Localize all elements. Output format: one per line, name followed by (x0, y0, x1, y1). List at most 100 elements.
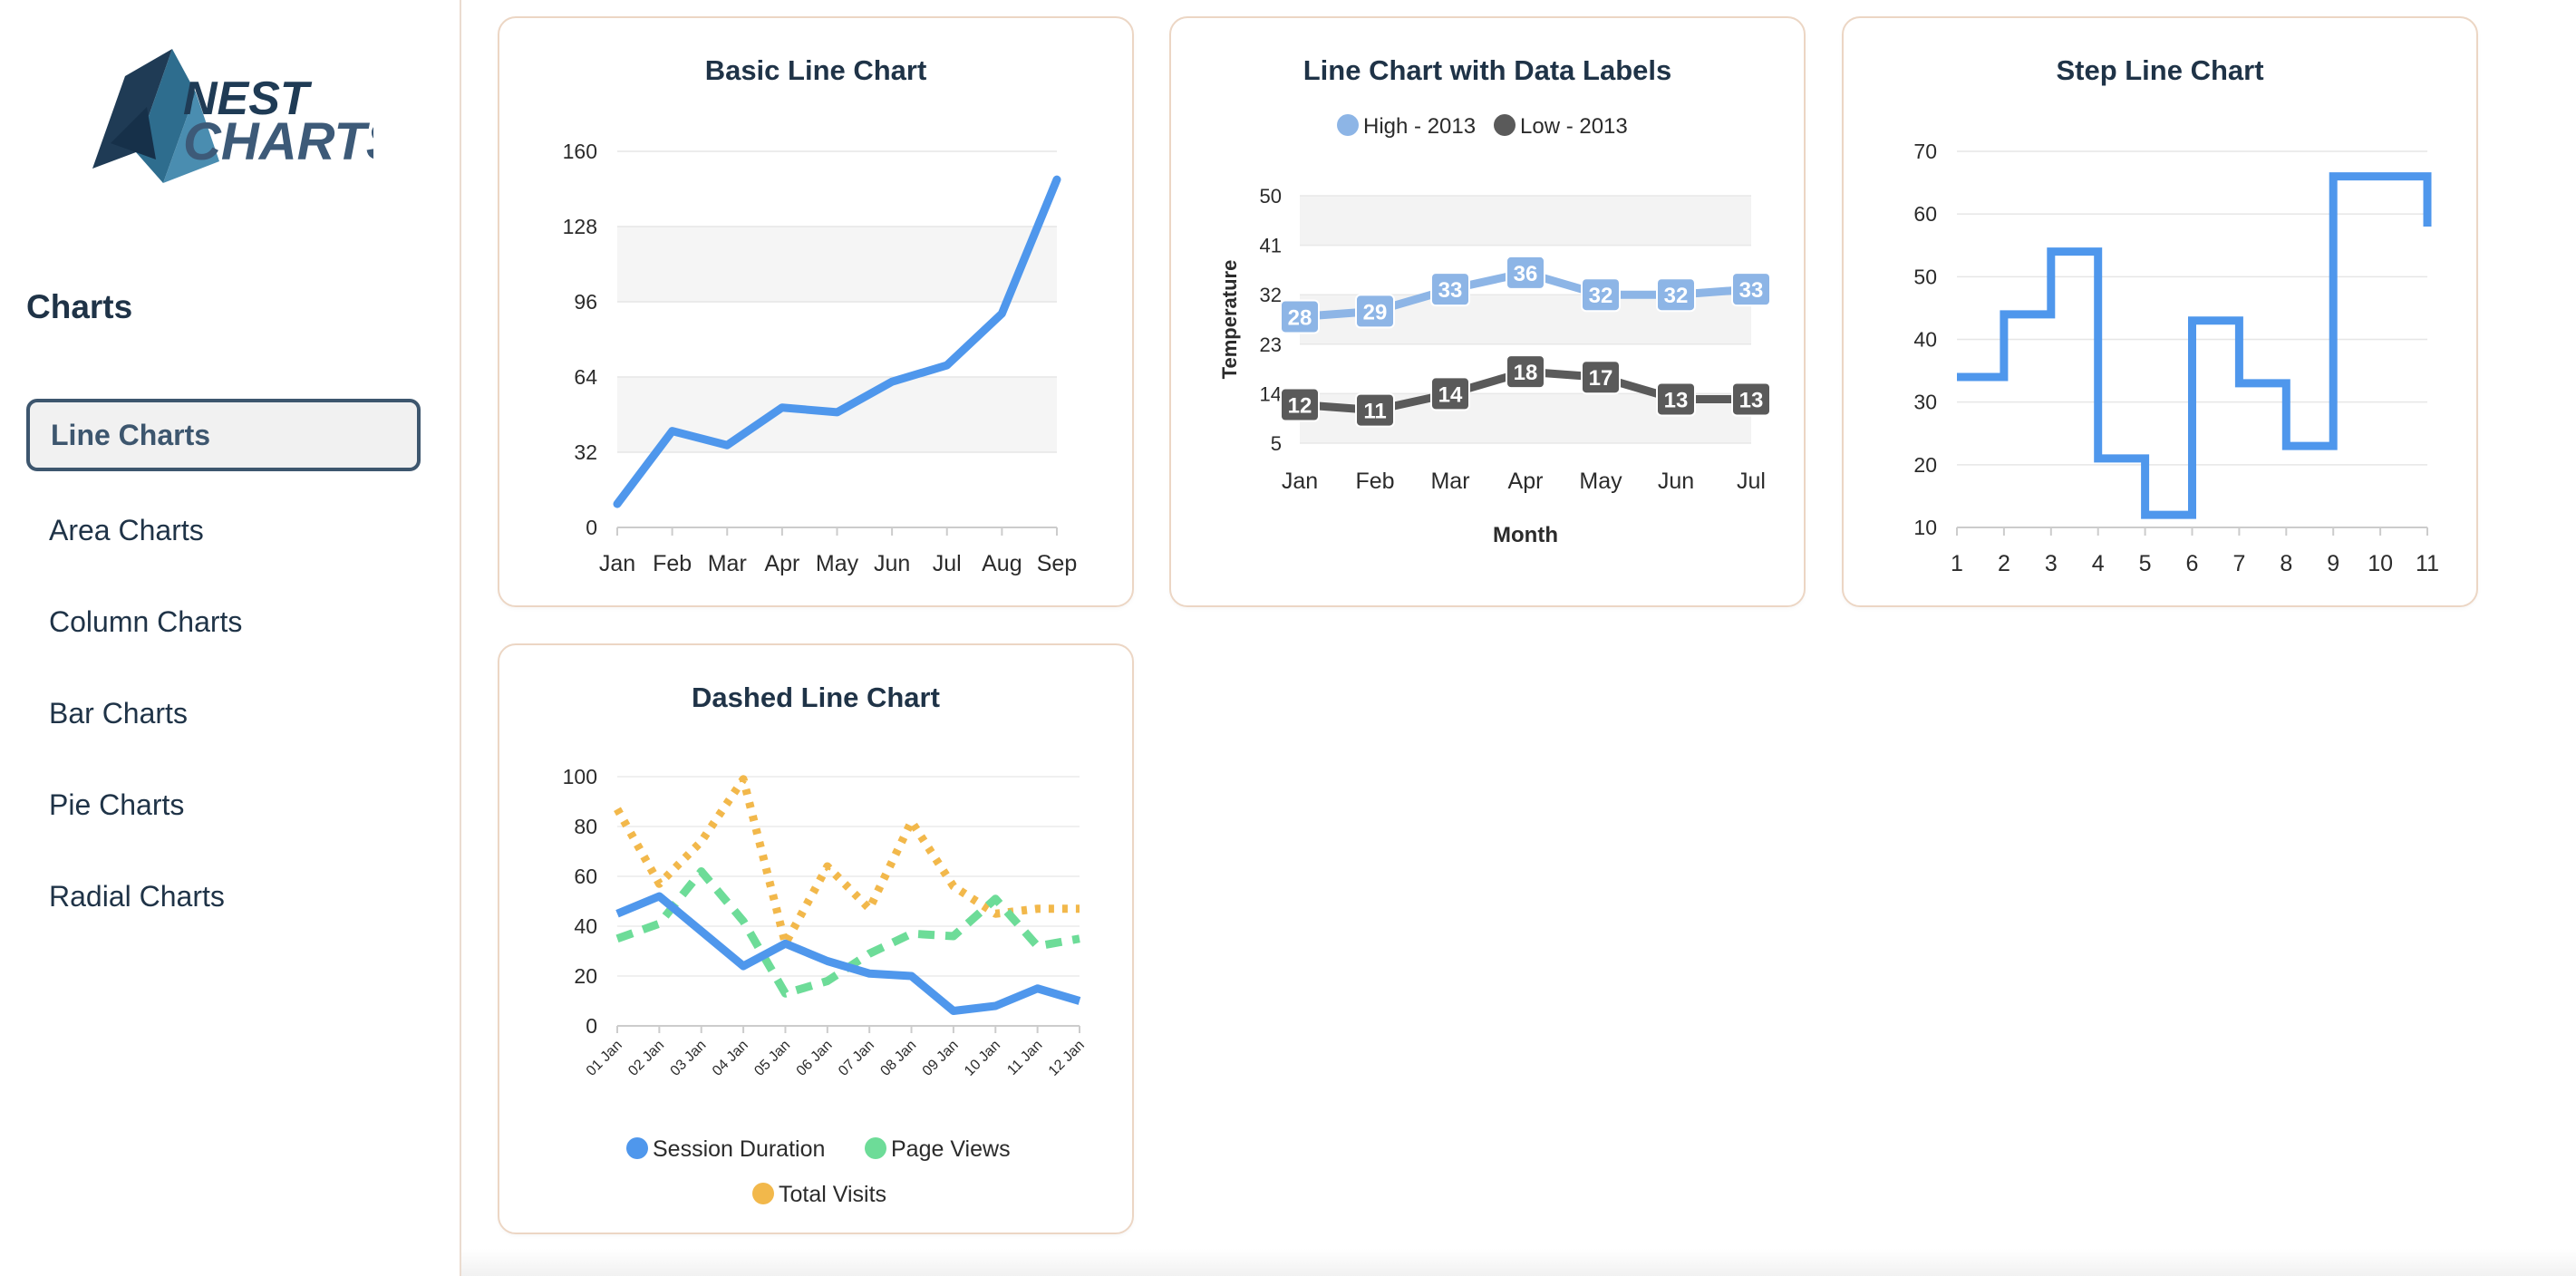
y-tick-label: 20 (574, 964, 597, 988)
page-bottom-shadow (461, 1249, 2576, 1276)
nav-item-pie-charts[interactable]: Pie Charts (26, 769, 421, 842)
y-tick-label: 50 (1913, 265, 1937, 288)
nav-item-area-charts[interactable]: Area Charts (26, 495, 421, 567)
grid-band (617, 227, 1057, 302)
card-dashed-line-chart: Dashed Line Chart 0 20 40 60 80 100 01 Jan 02 J… (498, 643, 1134, 1234)
x-tick-label: 11 Jan (1004, 1038, 1045, 1078)
x-tick-label: 12 Jan (1046, 1038, 1088, 1079)
x-tick-label: 02 Jan (625, 1038, 667, 1079)
legend-label: Page Views (891, 1136, 1011, 1162)
x-tick-label: 7 (2232, 551, 2245, 576)
x-axis-title: Month (1493, 523, 1558, 547)
x-tick-label: 8 (2280, 551, 2292, 576)
y-tick-label: 0 (586, 1014, 597, 1038)
x-tick-label: Sep (1037, 551, 1077, 576)
y-tick-label: 23 (1260, 334, 1282, 356)
data-label: 18 (1514, 361, 1538, 385)
data-label: 33 (1739, 278, 1764, 303)
x-tick-label: 11 (2416, 551, 2439, 576)
data-label: 32 (1589, 284, 1613, 308)
x-tick-label: 01 Jan (584, 1038, 625, 1079)
x-tick-label: Jun (1658, 469, 1694, 494)
data-label: 12 (1288, 394, 1312, 419)
data-label: 14 (1438, 382, 1463, 407)
x-tick-label: Mar (708, 551, 747, 576)
y-tick-label: 50 (1260, 185, 1282, 208)
sidebar-title: Charts (26, 288, 133, 325)
y-tick-label: 160 (563, 140, 597, 163)
y-tick-label: 96 (574, 290, 597, 314)
x-tick-label: Jun (874, 551, 910, 576)
card-basic-line-chart: Basic Line Chart 0 32 64 96 128 160 Jan Feb Mar A… (498, 16, 1134, 607)
data-label: 11 (1363, 400, 1386, 424)
x-tick-label: 9 (2327, 551, 2339, 576)
card-line-chart-data-labels: Line Chart with Data Labels High - 2013 L… (1169, 16, 1806, 607)
sidebar: NEST CHARTS Charts Line Charts Area Char… (0, 0, 461, 1276)
y-tick-label: 60 (1913, 202, 1937, 226)
legend-label: Session Duration (653, 1136, 825, 1162)
x-tick-label: 10 (2368, 551, 2393, 576)
data-label: 28 (1288, 305, 1312, 330)
data-label: 36 (1514, 262, 1538, 286)
data-label: 13 (1739, 388, 1764, 412)
line-chart-with-data-labels: High - 2013 Low - 2013 5 14 23 32 41 50 Temperat… (1218, 114, 1771, 547)
data-label: 32 (1664, 284, 1689, 308)
x-tick-label: Mar (1430, 469, 1469, 494)
x-tick-label: 08 Jan (877, 1038, 919, 1079)
x-tick-label: 06 Jan (794, 1038, 836, 1079)
nav-item-column-charts[interactable]: Column Charts (26, 586, 421, 659)
y-tick-label: 40 (574, 914, 597, 938)
x-tick-label: 4 (2092, 551, 2105, 576)
y-tick-label: 100 (563, 765, 597, 788)
legend-label: High - 2013 (1363, 114, 1476, 139)
legend-marker (1494, 114, 1516, 136)
x-tick-label: 3 (2045, 551, 2058, 576)
basic-line-chart: 0 32 64 96 128 160 Jan Feb Mar Apr May Jun Jul Aug Sep (563, 140, 1078, 576)
data-label: 33 (1438, 278, 1463, 303)
x-tick-label: May (816, 551, 859, 576)
x-tick-label: 05 Jan (751, 1038, 793, 1079)
x-tick-label: Jan (599, 551, 635, 576)
x-tick-label: 09 Jan (920, 1038, 962, 1079)
y-tick-label: 80 (574, 815, 597, 838)
legend-label: Total Visits (779, 1182, 886, 1207)
legend-marker (752, 1183, 774, 1204)
legend-label: Low - 2013 (1520, 114, 1628, 139)
logo-text-charts: CHARTS (183, 112, 373, 171)
x-tick-label: Feb (1355, 469, 1394, 494)
y-tick-label: 5 (1271, 432, 1282, 455)
y-tick-label: 60 (574, 865, 597, 888)
x-tick-label: Jul (1737, 469, 1766, 494)
data-label: 17 (1589, 366, 1613, 391)
y-tick-label: 32 (1260, 284, 1282, 306)
nav-item-line-charts[interactable]: Line Charts (26, 399, 421, 471)
grid-band (1300, 196, 1751, 246)
y-tick-label: 0 (586, 516, 597, 539)
y-tick-label: 64 (574, 365, 597, 389)
dashed-line-chart: 0 20 40 60 80 100 01 Jan 02 Jan 03 Jan 04 Jan 05 J… (563, 765, 1088, 1207)
x-tick-label: 6 (2186, 551, 2199, 576)
y-tick-label: 20 (1913, 453, 1937, 477)
data-label: 13 (1664, 388, 1689, 412)
y-tick-label: 128 (563, 215, 597, 238)
y-tick-label: 40 (1913, 328, 1937, 352)
card-step-line-chart: Step Line Chart 10 20 30 40 50 60 70 1 2 3 4 5 6 7 8 9 1… (1842, 16, 2478, 607)
x-tick-label: May (1579, 469, 1622, 494)
nest-charts-logo[interactable]: NEST CHARTS (83, 44, 373, 198)
x-tick-label: Aug (982, 551, 1022, 576)
y-tick-label: 14 (1260, 382, 1282, 405)
series-line (615, 867, 1080, 998)
x-tick-label: 5 (2139, 551, 2152, 576)
x-tick-label: Jul (933, 551, 962, 576)
y-tick-label: 41 (1260, 235, 1282, 257)
y-tick-label: 70 (1913, 140, 1937, 163)
nav-item-bar-charts[interactable]: Bar Charts (26, 678, 421, 750)
x-tick-label: Feb (653, 551, 692, 576)
data-label: 29 (1363, 300, 1388, 324)
x-tick-label: 04 Jan (710, 1038, 751, 1079)
nav-item-radial-charts[interactable]: Radial Charts (26, 861, 421, 933)
x-tick-label: 07 Jan (836, 1038, 877, 1079)
x-tick-label: 10 Jan (962, 1038, 1003, 1079)
legend-marker (1337, 114, 1359, 136)
x-tick-label: Apr (764, 551, 799, 576)
